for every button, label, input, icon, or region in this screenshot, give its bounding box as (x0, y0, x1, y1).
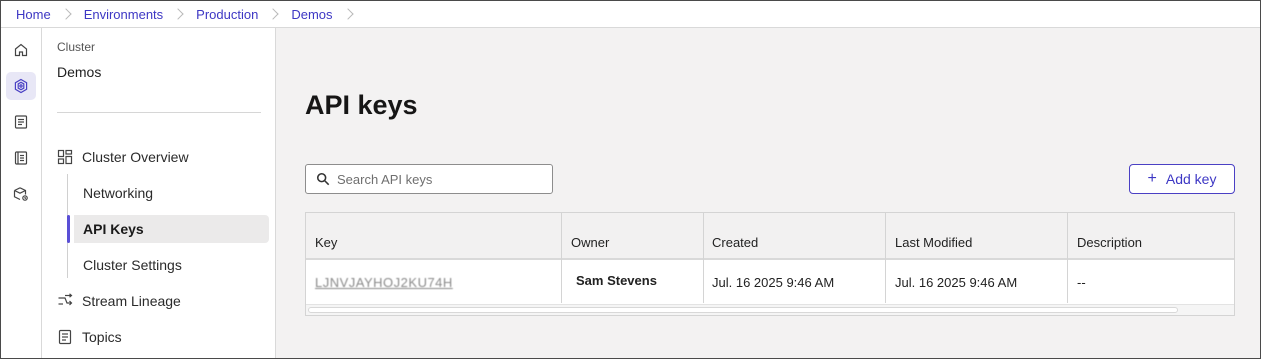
search-icon (316, 172, 330, 186)
horizontal-scrollbar[interactable] (306, 304, 1234, 315)
nav-api-keys[interactable]: API Keys (67, 215, 269, 243)
column-last-modified: Last Modified Jul. 16 2025 9:46 AM (886, 213, 1068, 303)
header-created: Created (712, 235, 759, 250)
dashboard-icon (57, 149, 73, 165)
panel-divider (57, 112, 261, 113)
breadcrumb-environments[interactable]: Environments (84, 7, 163, 22)
nav-cluster-settings[interactable]: Cluster Settings (74, 251, 269, 279)
rail-document-button[interactable] (6, 108, 36, 136)
column-owner: Owner Sam Stevens (562, 213, 704, 303)
column-description: Description -- (1068, 213, 1234, 303)
lineage-icon (57, 293, 73, 309)
header-key: Key (315, 235, 338, 250)
rail-cluster-button[interactable] (6, 72, 36, 100)
chevron-right-icon (172, 8, 184, 20)
add-key-label: Add key (1165, 171, 1217, 187)
scrollbar-thumb[interactable] (308, 307, 1178, 313)
main-content: API keys + Add key Key LJNVJAYHOJ2KU74H … (276, 28, 1260, 358)
icon-rail (1, 28, 42, 358)
breadcrumb-demos[interactable]: Demos (291, 7, 332, 22)
breadcrumb: Home Environments Production Demos (1, 1, 1260, 28)
owner-value: Sam Stevens (576, 273, 657, 288)
nav-topics-label: Topics (82, 329, 122, 345)
nav-stream-lineage[interactable]: Stream Lineage (57, 287, 269, 315)
chevron-right-icon (341, 8, 354, 20)
topics-icon (57, 329, 73, 345)
home-icon (14, 43, 28, 57)
rail-connectors-button[interactable] (6, 180, 36, 208)
chevron-right-icon (60, 8, 72, 20)
column-created: Created Jul. 16 2025 9:46 AM (704, 213, 886, 303)
header-last-modified: Last Modified (895, 235, 973, 250)
add-key-button[interactable]: + Add key (1129, 164, 1235, 194)
column-key: Key LJNVJAYHOJ2KU74H (306, 213, 562, 303)
catalog-icon (14, 151, 28, 165)
nav-stream-lineage-label: Stream Lineage (82, 293, 181, 309)
connectors-icon (13, 187, 28, 201)
app-window: Home Environments Production Demos Clust… (0, 0, 1261, 359)
api-keys-table: Key LJNVJAYHOJ2KU74H Owner Sam Stevens C… (305, 212, 1235, 316)
panel-category-label: Cluster (57, 40, 96, 54)
search-input[interactable] (337, 171, 537, 187)
chevron-right-icon (267, 8, 279, 20)
plus-icon: + (1147, 170, 1157, 187)
cluster-panel: Cluster Demos Cluster Overview Networkin… (42, 28, 276, 358)
nav-topics[interactable]: Topics (57, 323, 269, 351)
modified-value: Jul. 16 2025 9:46 AM (895, 275, 1018, 290)
created-value: Jul. 16 2025 9:46 AM (712, 275, 835, 290)
rail-catalog-button[interactable] (6, 144, 36, 172)
header-owner: Owner (571, 235, 610, 250)
page-title: API keys (305, 90, 418, 120)
nav-cluster-overview-label: Cluster Overview (82, 149, 189, 165)
cluster-name: Demos (57, 64, 102, 80)
breadcrumb-home[interactable]: Home (16, 7, 51, 22)
nav-networking[interactable]: Networking (74, 179, 269, 207)
nav-cluster-overview[interactable]: Cluster Overview (57, 143, 269, 171)
header-description: Description (1077, 235, 1143, 250)
key-value-link[interactable]: LJNVJAYHOJ2KU74H (315, 275, 453, 290)
breadcrumb-production[interactable]: Production (196, 7, 258, 22)
cluster-icon (14, 78, 28, 94)
document-icon (14, 115, 28, 129)
search-box (305, 164, 553, 194)
description-value: -- (1077, 275, 1086, 290)
rail-home-button[interactable] (6, 36, 36, 64)
